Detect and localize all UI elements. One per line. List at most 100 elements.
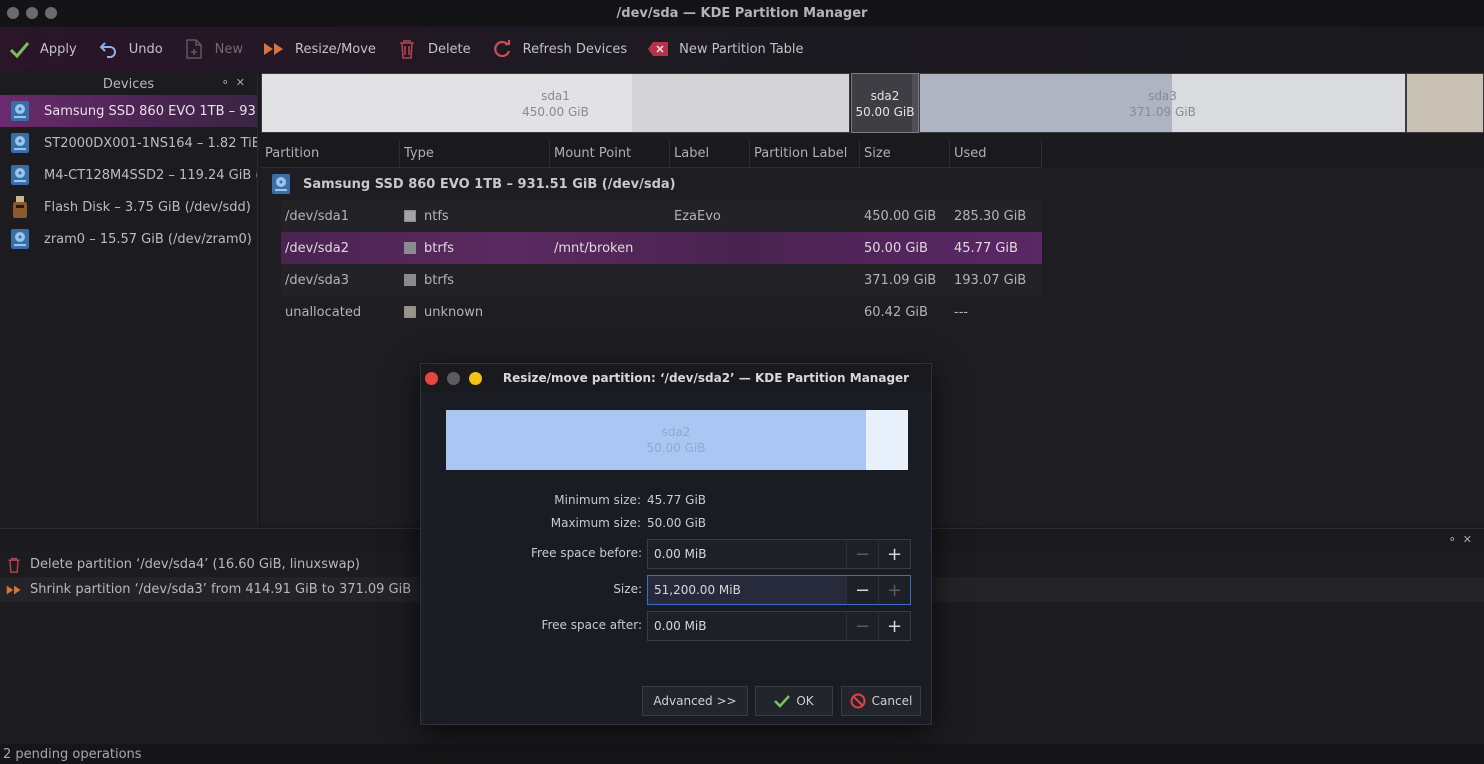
advanced-button[interactable]: Advanced >>: [642, 686, 748, 716]
column-header-size[interactable]: Size: [860, 140, 950, 168]
free-space-before-label: Free space before:: [531, 546, 642, 560]
column-header-mount-point[interactable]: Mount Point: [550, 140, 670, 168]
dialog-title: Resize/move partition: ‘/dev/sda2’ — KDE…: [502, 371, 910, 385]
table-row[interactable]: /dev/sda2 btrfs /mnt/broken 50.00 GiB 45…: [281, 232, 1042, 264]
device-row[interactable]: Samsung SSD 860 EVO 1TB – 931.51 GiB (/d…: [261, 168, 1484, 200]
cell-partition-label: [750, 264, 860, 296]
column-header-partition-label[interactable]: Partition Label: [750, 140, 860, 168]
maximize-window-button[interactable]: [45, 7, 57, 19]
ok-label: OK: [796, 694, 814, 708]
minimum-size-label: Minimum size:: [554, 493, 641, 507]
status-bar: 2 pending operations: [0, 744, 1484, 764]
resize-move-button[interactable]: Resize/Move: [263, 38, 376, 60]
increment-button[interactable]: +: [878, 612, 910, 640]
cell-used: ---: [954, 304, 969, 320]
dialog-titlebar: Resize/move partition: ‘/dev/sda2’ — KDE…: [421, 364, 931, 392]
filesystem-color-swatch: [404, 306, 416, 318]
ok-button[interactable]: OK: [755, 686, 833, 716]
device-label: Samsung SSD 860 EVO 1TB – 931.51...: [44, 103, 257, 119]
cell-size: 450.00 GiB: [864, 208, 937, 224]
device-item-sdc[interactable]: M4-CT128M4SSD2 – 119.24 GiB (/dev/sdc): [0, 159, 257, 191]
trash-icon: [396, 38, 418, 60]
cell-size: 60.42 GiB: [864, 304, 928, 320]
cancel-icon: [850, 693, 866, 709]
cell-label: [670, 264, 750, 296]
size-input[interactable]: [648, 576, 846, 604]
partition-segment-sda3[interactable]: sda3 371.09 GiB: [919, 73, 1406, 133]
devices-panel: Devices ⚬✕ Samsung SSD 860 EVO 1TB – 931…: [0, 73, 258, 526]
apply-button[interactable]: Apply: [8, 38, 77, 60]
column-header-type[interactable]: Type: [400, 140, 550, 168]
cell-type: btrfs: [400, 264, 550, 296]
minimum-size-row: Minimum size: 45.77 GiB: [424, 493, 929, 515]
hard-disk-icon: [272, 174, 290, 194]
dialog-maximize-button[interactable]: [469, 372, 482, 385]
cell-mount: [550, 264, 670, 296]
trash-icon: [8, 557, 20, 573]
devices-panel-title: Devices: [102, 76, 155, 92]
size-spinbox[interactable]: − +: [647, 575, 911, 605]
free-space-after-spinbox[interactable]: − +: [647, 611, 911, 641]
device-item-sdb[interactable]: ST2000DX001-1NS164 – 1.82 TiB (/dev/sdb): [0, 127, 257, 159]
free-space-after-row: Free space after: − +: [424, 611, 929, 641]
increment-button[interactable]: +: [878, 540, 910, 568]
new-document-icon: [183, 38, 205, 60]
dialog-minimize-button[interactable]: [447, 372, 460, 385]
table-row[interactable]: /dev/sda1 ntfs EzaEvo 450.00 GiB 285.30 …: [281, 200, 1042, 232]
free-space-before-row: Free space before: − +: [424, 539, 929, 569]
column-header-label[interactable]: Label: [670, 140, 750, 168]
undo-button[interactable]: Undo: [97, 38, 163, 60]
new-partition-button[interactable]: New: [183, 38, 243, 60]
panel-controls[interactable]: ⚬✕: [1448, 533, 1478, 546]
partition-segment-label: sda3 371.09 GiB: [1129, 89, 1196, 119]
decrement-button[interactable]: −: [846, 612, 878, 640]
new-partition-label: New: [214, 41, 244, 57]
decrement-button[interactable]: −: [846, 540, 878, 568]
column-header-partition[interactable]: Partition: [261, 140, 400, 168]
partition-segment-unallocated[interactable]: [1406, 73, 1484, 133]
delete-button[interactable]: Delete: [396, 38, 471, 60]
table-row[interactable]: unallocated unknown 60.42 GiB ---: [281, 296, 1042, 328]
cell-mount: /mnt/broken: [554, 240, 634, 256]
refresh-devices-button[interactable]: Refresh Devices: [491, 38, 627, 60]
close-window-button[interactable]: [7, 7, 19, 19]
status-text: 2 pending operations: [3, 746, 142, 762]
operation-label: Delete partition ‘/dev/sda4’ (16.60 GiB,…: [30, 557, 360, 572]
partition-resizer[interactable]: sda2 50.00 GiB: [446, 410, 908, 470]
column-header-used[interactable]: Used: [950, 140, 1042, 168]
advanced-label: Advanced >>: [653, 694, 737, 708]
new-partition-table-button[interactable]: New Partition Table: [647, 38, 804, 60]
free-space-before-spinbox[interactable]: − +: [647, 539, 911, 569]
free-space-before-input[interactable]: [648, 540, 846, 568]
cancel-label: Cancel: [871, 694, 913, 708]
device-item-sda[interactable]: Samsung SSD 860 EVO 1TB – 931.51...: [0, 95, 257, 127]
cell-type: btrfs: [400, 232, 550, 264]
apply-label: Apply: [40, 41, 77, 57]
device-label: M4-CT128M4SSD2 – 119.24 GiB (/dev/sdc): [44, 167, 257, 183]
filesystem-color-swatch: [404, 274, 416, 286]
increment-button[interactable]: +: [878, 576, 910, 604]
table-row[interactable]: /dev/sda3 btrfs 371.09 GiB 193.07 GiB: [281, 264, 1042, 296]
minimize-window-button[interactable]: [26, 7, 38, 19]
window-controls: [7, 7, 57, 19]
cell-used: 285.30 GiB: [954, 208, 1027, 224]
cell-size: 371.09 GiB: [864, 272, 937, 288]
cell-type: ntfs: [400, 200, 550, 232]
window-title: /dev/sda — KDE Partition Manager: [616, 6, 868, 21]
partition-segment-sda1[interactable]: sda1 450.00 GiB: [261, 73, 850, 133]
decrement-button[interactable]: −: [846, 576, 878, 604]
cell-partition: /dev/sda1: [285, 208, 349, 224]
partition-segment-sda2[interactable]: sda2 50.00 GiB: [851, 73, 919, 133]
device-item-sdd[interactable]: Flash Disk – 3.75 GiB (/dev/sdd): [0, 191, 257, 223]
dialog-close-button[interactable]: [425, 372, 438, 385]
device-label: Flash Disk – 3.75 GiB (/dev/sdd): [44, 199, 251, 215]
cell-partition: /dev/sda3: [285, 272, 349, 288]
operation-label: Shrink partition ‘/dev/sda3’ from 414.91…: [30, 582, 412, 597]
checkmark-icon: [8, 38, 30, 60]
free-space-after-input[interactable]: [648, 612, 846, 640]
cancel-button[interactable]: Cancel: [841, 686, 921, 716]
device-label: zram0 – 15.57 GiB (/dev/zram0): [44, 231, 252, 247]
device-item-zram0[interactable]: zram0 – 15.57 GiB (/dev/zram0): [0, 223, 257, 255]
minimum-size-value: 45.77 GiB: [647, 493, 707, 507]
panel-controls[interactable]: ⚬✕: [221, 76, 251, 89]
